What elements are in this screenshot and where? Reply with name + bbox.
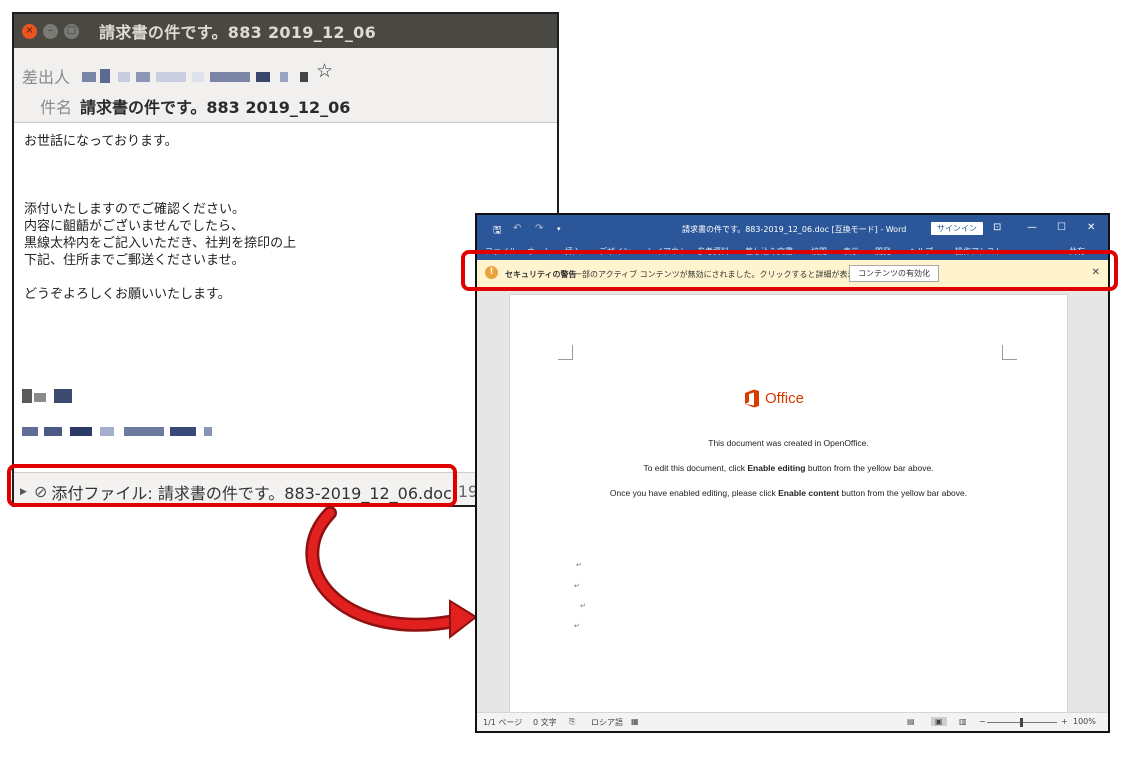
- minimize-icon: –: [48, 25, 53, 36]
- subject-label: 件名: [40, 98, 73, 117]
- document-page[interactable]: Office This document was created in Open…: [509, 294, 1068, 717]
- ribbon-display-icon[interactable]: ⊡: [993, 222, 1001, 233]
- print-layout-icon[interactable]: ▣: [931, 717, 947, 726]
- page-count[interactable]: 1/1 ページ: [483, 717, 522, 728]
- word-count[interactable]: 0 文字: [533, 717, 557, 728]
- customize-quick-access-icon[interactable]: ▾: [557, 225, 561, 233]
- zoom-out-icon[interactable]: −: [979, 717, 986, 726]
- zoom-level[interactable]: 100%: [1073, 717, 1096, 726]
- close-window-button[interactable]: ×: [22, 23, 37, 39]
- close-icon[interactable]: ✕: [1087, 222, 1095, 233]
- office-logo-icon: [745, 389, 759, 408]
- language-status[interactable]: ロシア語: [591, 717, 623, 728]
- signin-button[interactable]: サインイン: [931, 222, 983, 235]
- email-headers: 差出人 ☆ 件名 請求書の件です。883 2019_12_06: [14, 48, 557, 123]
- body-line: 内容に齟齬がございませんでしたら、: [24, 219, 244, 234]
- status-bar: 1/1 ページ 0 文字 ⎘ ロシア語 ▦ ▤ ▣ ▥ − + 100%: [477, 712, 1108, 731]
- maximize-icon: □: [66, 25, 77, 36]
- doc-line-content-instruction: Once you have enabled editing, please cl…: [510, 488, 1067, 498]
- zoom-in-icon[interactable]: +: [1061, 717, 1068, 726]
- doc-line-created: This document was created in OpenOffice.: [708, 438, 869, 448]
- doc-text-bold: Enable editing: [747, 463, 806, 473]
- paragraph-mark: ↵: [574, 582, 580, 590]
- proofing-icon[interactable]: ⎘: [569, 717, 575, 727]
- curved-arrow: [305, 506, 478, 640]
- minimize-icon[interactable]: —: [1027, 222, 1037, 233]
- zoom-slider-thumb[interactable]: [1020, 718, 1023, 727]
- paragraph-mark: ↵: [576, 561, 582, 569]
- office-logo: Office: [744, 389, 804, 408]
- email-titlebar: × – □ 請求書の件です。883 2019_12_06: [14, 14, 557, 48]
- star-icon[interactable]: ☆: [316, 60, 333, 82]
- subject-value: 請求書の件です。883 2019_12_06: [80, 98, 351, 117]
- doc-line-edit-instruction: To edit this document, click Enable edit…: [510, 463, 1067, 473]
- maximize-window-button[interactable]: □: [64, 23, 79, 39]
- close-icon: ×: [25, 25, 34, 36]
- body-line: お世話になっております。: [24, 134, 178, 149]
- margin-corner-mark: [558, 345, 573, 360]
- paragraph-mark: ↵: [580, 602, 586, 610]
- read-mode-icon[interactable]: ▤: [907, 717, 915, 726]
- security-bar-highlight-box: [461, 250, 1118, 291]
- doc-text: button from the yellow bar above.: [839, 488, 968, 498]
- doc-text-bold: Enable content: [778, 488, 840, 498]
- doc-text: Once you have enabled editing, please cl…: [609, 488, 779, 498]
- maximize-icon[interactable]: ☐: [1057, 222, 1066, 233]
- word-window-title: 請求書の件です。883-2019_12_06.doc [互換モード] - Wor…: [682, 225, 907, 234]
- macro-icon[interactable]: ▦: [631, 717, 639, 726]
- word-titlebar: 🖫 ↶ ↷ ▾ 請求書の件です。883-2019_12_06.doc [互換モー…: [477, 215, 1108, 243]
- document-area[interactable]: Office This document was created in Open…: [477, 288, 1108, 717]
- undo-icon[interactable]: ↶: [513, 223, 521, 234]
- redo-icon[interactable]: ↷: [535, 223, 543, 234]
- web-layout-icon[interactable]: ▥: [959, 717, 967, 726]
- signature-redacted: [22, 389, 222, 449]
- margin-corner-mark: [1002, 345, 1017, 360]
- email-window-title: 請求書の件です。883 2019_12_06: [99, 23, 377, 42]
- doc-text: button from the yellow bar above.: [805, 463, 934, 473]
- body-line: 添付いたしますのでご確認ください。: [24, 202, 246, 217]
- attachment-highlight-box: [7, 464, 457, 507]
- word-window: 🖫 ↶ ↷ ▾ 請求書の件です。883-2019_12_06.doc [互換モー…: [475, 213, 1110, 733]
- from-label: 差出人: [22, 68, 71, 87]
- office-brand-text: Office: [765, 390, 804, 407]
- doc-text: To edit this document, click: [643, 463, 748, 473]
- sender-redacted: [82, 68, 332, 84]
- paragraph-mark: ↵: [574, 622, 580, 630]
- minimize-window-button[interactable]: –: [43, 23, 58, 39]
- save-icon[interactable]: 🖫: [493, 223, 502, 240]
